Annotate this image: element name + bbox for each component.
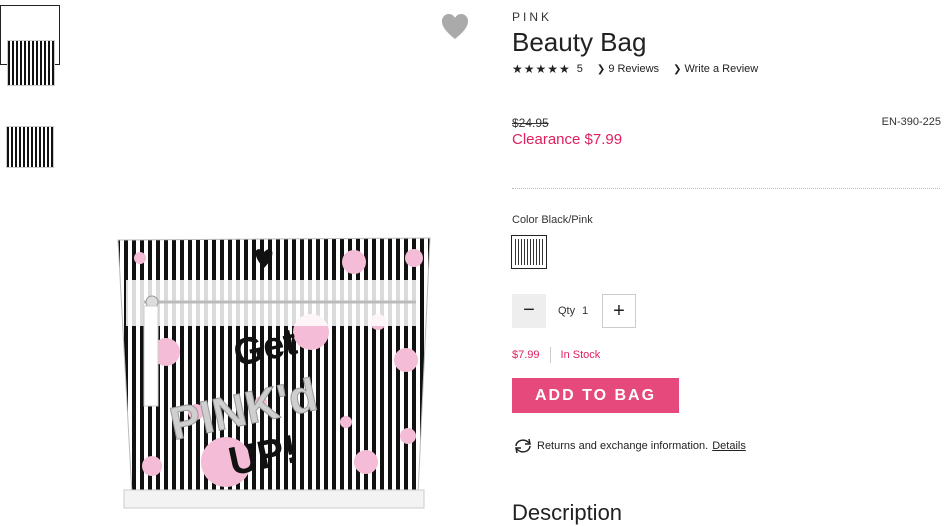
- product-title: Beauty Bag: [512, 27, 647, 57]
- rating-row: ★★★★★ 5 ❯ 9 Reviews ❯ Write a Review: [512, 62, 758, 76]
- original-price: $24.95: [512, 116, 549, 130]
- divider: [512, 188, 940, 189]
- description-heading: Description: [512, 500, 623, 525]
- stock-status: In Stock: [560, 349, 601, 361]
- rating-value: 5: [576, 63, 583, 75]
- star-rating-icon: ★★★★★: [512, 62, 571, 76]
- product-image: Get PINK'd UP!: [117, 237, 431, 509]
- quantity-value[interactable]: 1: [582, 305, 588, 317]
- quantity-decrease-button[interactable]: −: [512, 294, 546, 328]
- heart-icon[interactable]: [440, 12, 470, 42]
- write-review-link[interactable]: ❯ Write a Review: [673, 63, 758, 75]
- returns-details-link[interactable]: Details: [712, 440, 746, 452]
- returns-text: Returns and exchange information.: [537, 440, 709, 452]
- add-to-bag-button[interactable]: ADD TO BAG: [512, 378, 679, 413]
- price-stock-row: $7.99 In Stock: [512, 347, 600, 363]
- current-price: $7.99: [512, 349, 540, 361]
- plus-icon: +: [613, 300, 625, 322]
- color-swatch-black-pink[interactable]: [511, 235, 547, 269]
- exchange-icon: [515, 438, 531, 454]
- returns-info: Returns and exchange information. Detail…: [512, 438, 746, 454]
- thumbnail-1[interactable]: [0, 5, 60, 86]
- brand-name: PINK: [512, 10, 553, 24]
- clearance-price: Clearance $7.99: [512, 131, 623, 148]
- chevron-right-icon: ❯: [673, 64, 682, 75]
- minus-icon: −: [523, 299, 535, 321]
- thumbnail-2[interactable]: [0, 110, 60, 170]
- quantity-increase-button[interactable]: +: [602, 294, 636, 328]
- reviews-link[interactable]: ❯ 9 Reviews: [597, 63, 659, 75]
- product-sku: EN-390-225: [881, 116, 941, 128]
- chevron-right-icon: ❯: [596, 64, 606, 75]
- quantity-label: Qty: [558, 305, 576, 317]
- color-label: Color Black/Pink: [512, 214, 593, 226]
